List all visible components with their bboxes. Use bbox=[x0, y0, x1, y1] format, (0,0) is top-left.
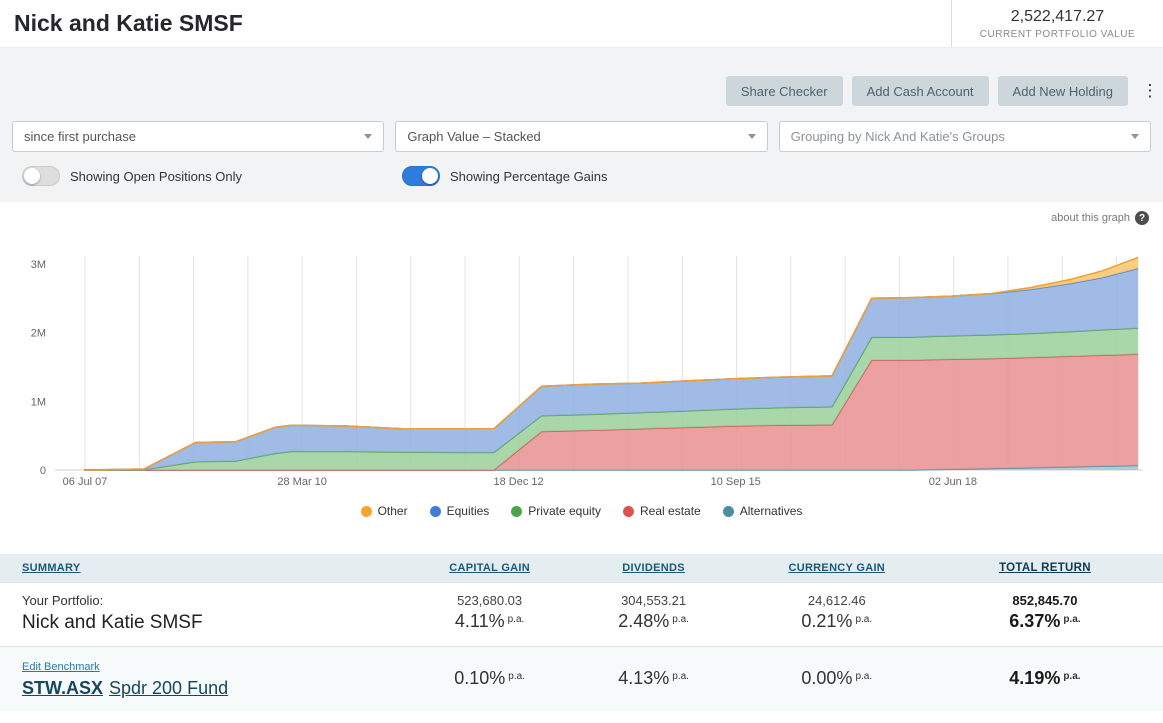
svg-text:0: 0 bbox=[40, 465, 46, 477]
pa-suffix: p.a. bbox=[1063, 614, 1081, 625]
total-return-pct: 4.19% bbox=[1009, 667, 1061, 688]
percentage-gains-toggle[interactable] bbox=[401, 166, 440, 186]
currency-gain-pct: 0.00% bbox=[801, 667, 853, 688]
pa-suffix: p.a. bbox=[855, 614, 873, 625]
current-portfolio-value: 2,522,417.27 CURRENT PORTFOLIO VALUE bbox=[951, 0, 1163, 47]
svg-text:02 Jun 18: 02 Jun 18 bbox=[929, 476, 977, 488]
edit-benchmark-link[interactable]: Edit Benchmark bbox=[22, 661, 100, 673]
open-positions-toggle[interactable] bbox=[22, 166, 60, 186]
legend-dot-icon bbox=[511, 505, 523, 517]
capital-gain-amount: 523,680.03 bbox=[457, 593, 523, 608]
pa-suffix: p.a. bbox=[855, 670, 873, 682]
benchmark-capital-gain-cell: 0.10% p.a. bbox=[418, 646, 561, 711]
benchmark-code-link[interactable]: STW.ASX bbox=[22, 678, 103, 698]
portfolio-name: Nick and Katie SMSF bbox=[22, 612, 203, 633]
summary-table: SUMMARY CAPITAL GAIN DIVIDENDS CURRENCY … bbox=[0, 554, 1163, 711]
col-header-dividends: DIVIDENDS bbox=[560, 554, 747, 583]
pa-suffix: p.a. bbox=[672, 670, 689, 682]
kebab-menu-icon[interactable]: ⋮ bbox=[1141, 81, 1159, 101]
toggle-knob bbox=[421, 168, 438, 184]
legend-item: Real estate bbox=[623, 504, 701, 518]
total-return-pct: 6.37% bbox=[1009, 611, 1061, 631]
dividends-amount: 304,553.21 bbox=[621, 593, 687, 608]
summary-section: SUMMARY CAPITAL GAIN DIVIDENDS CURRENCY … bbox=[0, 554, 1163, 711]
col-header-currency-gain: CURRENCY GAIN bbox=[746, 554, 927, 583]
summary-header-row: SUMMARY CAPITAL GAIN DIVIDENDS CURRENCY … bbox=[0, 554, 1163, 583]
capital-gain-pct: 4.11% bbox=[454, 611, 505, 631]
legend-item: Other bbox=[360, 504, 408, 518]
benchmark-name-link[interactable]: Spdr 200 Fund bbox=[109, 678, 228, 698]
grouping-dropdown[interactable]: Grouping by Nick And Katie's Groups bbox=[778, 121, 1151, 152]
dividends-pct: 4.13% bbox=[618, 667, 670, 688]
portfolio-row-label: Your Portfolio: bbox=[22, 593, 104, 608]
toolbar: Share Checker Add Cash Account Add New H… bbox=[0, 48, 1163, 121]
legend-item: Alternatives bbox=[722, 504, 802, 518]
grouping-value: Grouping by Nick And Katie's Groups bbox=[790, 129, 1005, 144]
chevron-down-icon bbox=[747, 134, 756, 139]
portfolio-value-number: 2,522,417.27 bbox=[1010, 7, 1105, 25]
date-range-dropdown[interactable]: since first purchase bbox=[12, 121, 385, 152]
pa-suffix: p.a. bbox=[508, 670, 525, 682]
chart-legend: Other Equities Private equity Real estate Al… bbox=[0, 492, 1163, 554]
dividends-pct: 2.48% bbox=[618, 611, 670, 631]
date-range-value: since first purchase bbox=[24, 129, 136, 144]
about-graph-link[interactable]: about this graph bbox=[1051, 212, 1130, 224]
total-return-amount: 852,845.70 bbox=[1012, 593, 1078, 608]
col-header-summary: SUMMARY bbox=[0, 554, 419, 583]
filter-row: since first purchase Graph Value – Stack… bbox=[0, 121, 1163, 152]
svg-text:10 Sep 15: 10 Sep 15 bbox=[711, 476, 761, 488]
benchmark-currency-gain-cell: 0.00% p.a. bbox=[746, 646, 927, 711]
legend-dot-icon bbox=[360, 505, 372, 517]
toggle-knob bbox=[24, 168, 40, 184]
graph-type-dropdown[interactable]: Graph Value – Stacked bbox=[395, 121, 768, 152]
benchmark-total-return-cell: 4.19% p.a. bbox=[926, 646, 1163, 711]
currency-gain-amount: 24,612.46 bbox=[807, 593, 866, 608]
chevron-down-icon bbox=[1130, 134, 1139, 139]
portfolio-total-return-cell: 852,845.70 6.37% p.a. bbox=[926, 582, 1163, 647]
page-title: Nick and Katie SMSF bbox=[14, 10, 243, 36]
legend-item: Private equity bbox=[511, 504, 601, 518]
legend-dot-icon bbox=[429, 505, 441, 517]
benchmark-row: Edit Benchmark STW.ASX Spdr 200 Fund 0.10… bbox=[0, 646, 1163, 711]
portfolio-value-chart: 0 1M 2M 3M 06 Jul 07 28 Mar 10 18 Dec 12 10 Sep… bbox=[31, 256, 1143, 488]
controls-section: Share Checker Add Cash Account Add New H… bbox=[0, 47, 1163, 202]
svg-text:18 Dec 12: 18 Dec 12 bbox=[493, 476, 543, 488]
col-header-total-return: TOTAL RETURN bbox=[926, 554, 1163, 583]
portfolio-dividends-cell: 304,553.21 2.48% p.a. bbox=[560, 582, 747, 647]
chart-section: about this graph ? 0 1M 2M 3M 06 Jul 07 28 Ma… bbox=[0, 202, 1163, 554]
add-new-holding-button[interactable]: Add New Holding bbox=[997, 76, 1128, 106]
open-positions-toggle-label: Showing Open Positions Only bbox=[70, 168, 242, 184]
pa-suffix: p.a. bbox=[672, 614, 689, 625]
svg-text:1M: 1M bbox=[31, 396, 46, 408]
add-cash-account-button[interactable]: Add Cash Account bbox=[851, 76, 989, 106]
portfolio-row: Your Portfolio: Nick and Katie SMSF 523,… bbox=[0, 582, 1163, 647]
chevron-down-icon bbox=[364, 134, 373, 139]
portfolio-value-label: CURRENT PORTFOLIO VALUE bbox=[979, 28, 1136, 40]
page-header: Nick and Katie SMSF 2,522,417.27 CURRENT… bbox=[0, 0, 1163, 47]
col-header-capital-gain: CAPITAL GAIN bbox=[418, 554, 561, 583]
graph-type-value: Graph Value – Stacked bbox=[407, 129, 541, 144]
currency-gain-pct: 0.21% bbox=[801, 611, 853, 631]
portfolio-currency-gain-cell: 24,612.46 0.21% p.a. bbox=[746, 582, 927, 647]
legend-dot-icon bbox=[623, 505, 634, 517]
legend-dot-icon bbox=[722, 505, 734, 517]
toggle-row: Showing Open Positions Only Showing Perc… bbox=[0, 166, 1163, 186]
svg-text:28 Mar 10: 28 Mar 10 bbox=[277, 476, 327, 488]
percentage-gains-toggle-label: Showing Percentage Gains bbox=[449, 168, 608, 184]
question-icon[interactable]: ? bbox=[1135, 211, 1149, 225]
svg-text:2M: 2M bbox=[31, 328, 46, 340]
pa-suffix: p.a. bbox=[1063, 670, 1081, 682]
about-graph: about this graph ? bbox=[0, 210, 1163, 226]
capital-gain-pct: 0.10% bbox=[454, 667, 506, 688]
portfolio-capital-gain-cell: 523,680.03 4.11% p.a. bbox=[418, 582, 561, 647]
benchmark-dividends-cell: 4.13% p.a. bbox=[560, 646, 747, 711]
svg-text:3M: 3M bbox=[31, 259, 46, 271]
share-checker-button[interactable]: Share Checker bbox=[725, 76, 843, 106]
legend-item: Equities bbox=[429, 504, 489, 518]
pa-suffix: p.a. bbox=[507, 614, 525, 625]
svg-text:06 Jul 07: 06 Jul 07 bbox=[63, 476, 108, 488]
